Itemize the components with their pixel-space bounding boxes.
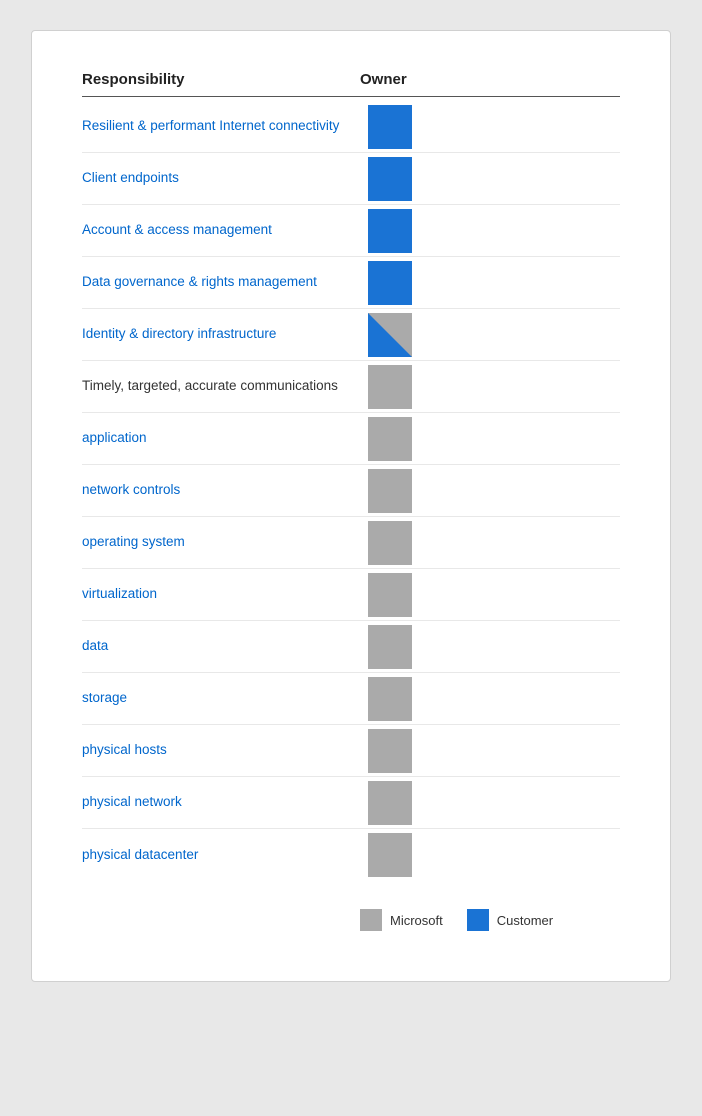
owner-box-storage <box>368 677 412 721</box>
owner-box-operating-system <box>368 521 412 565</box>
owner-box-account-access <box>368 209 412 253</box>
row-label-storage: storage <box>82 681 352 716</box>
table-header: Responsibility Owner <box>82 71 620 97</box>
microsoft-legend-box <box>360 909 382 931</box>
owner-cell-identity-directory <box>360 313 420 357</box>
owner-box-client-endpoints <box>368 157 412 201</box>
owner-box-virtualization <box>368 573 412 617</box>
table-row: Identity & directory infrastructure <box>82 309 620 361</box>
responsibility-header: Responsibility <box>82 71 352 88</box>
row-label-client-endpoints: Client endpoints <box>82 161 352 196</box>
owner-cell-operating-system <box>360 521 420 565</box>
owner-box-physical-datacenter <box>368 833 412 877</box>
row-label-identity-directory: Identity & directory infrastructure <box>82 317 352 352</box>
table-row: virtualization <box>82 569 620 621</box>
table-row: physical hosts <box>82 725 620 777</box>
microsoft-legend-item: Microsoft <box>360 909 443 931</box>
row-label-account-access: Account & access management <box>82 213 352 248</box>
row-label-physical-network: physical network <box>82 785 352 820</box>
table-row: storage <box>82 673 620 725</box>
owner-cell-data <box>360 625 420 669</box>
owner-cell-account-access <box>360 209 420 253</box>
owner-box-identity-directory <box>368 313 412 357</box>
row-label-operating-system: operating system <box>82 525 352 560</box>
owner-cell-physical-hosts <box>360 729 420 773</box>
microsoft-legend-label: Microsoft <box>390 913 443 928</box>
row-label-physical-hosts: physical hosts <box>82 733 352 768</box>
table-row: Resilient & performant Internet connecti… <box>82 101 620 153</box>
table-row: physical network <box>82 777 620 829</box>
owner-box-resilient-internet <box>368 105 412 149</box>
owner-box-data-governance <box>368 261 412 305</box>
owner-header: Owner <box>360 71 407 88</box>
main-card: Responsibility Owner Resilient & perform… <box>31 30 671 982</box>
owner-cell-storage <box>360 677 420 721</box>
table-row: Data governance & rights management <box>82 257 620 309</box>
table-row: Account & access management <box>82 205 620 257</box>
customer-legend-label: Customer <box>497 913 553 928</box>
owner-cell-resilient-internet <box>360 105 420 149</box>
table-body: Resilient & performant Internet connecti… <box>82 101 620 881</box>
row-label-data-governance: Data governance & rights management <box>82 265 352 300</box>
table-row: Client endpoints <box>82 153 620 205</box>
owner-box-timely-communications <box>368 365 412 409</box>
owner-box-data <box>368 625 412 669</box>
owner-cell-physical-network <box>360 781 420 825</box>
owner-cell-application <box>360 417 420 461</box>
owner-cell-virtualization <box>360 573 420 617</box>
owner-cell-data-governance <box>360 261 420 305</box>
table-row: physical datacenter <box>82 829 620 881</box>
row-label-virtualization: virtualization <box>82 577 352 612</box>
legend: Microsoft Customer <box>360 909 620 931</box>
owner-box-application <box>368 417 412 461</box>
owner-box-network-controls <box>368 469 412 513</box>
owner-cell-physical-datacenter <box>360 833 420 877</box>
row-label-data: data <box>82 629 352 664</box>
owner-cell-client-endpoints <box>360 157 420 201</box>
owner-box-physical-hosts <box>368 729 412 773</box>
table-row: application <box>82 413 620 465</box>
row-label-application: application <box>82 421 352 456</box>
owner-box-physical-network <box>368 781 412 825</box>
customer-legend-item: Customer <box>467 909 553 931</box>
table-row: network controls <box>82 465 620 517</box>
table-row: data <box>82 621 620 673</box>
row-label-physical-datacenter: physical datacenter <box>82 838 352 873</box>
row-label-resilient-internet: Resilient & performant Internet connecti… <box>82 109 352 144</box>
owner-cell-network-controls <box>360 469 420 513</box>
table-row: operating system <box>82 517 620 569</box>
owner-cell-timely-communications <box>360 365 420 409</box>
row-label-timely-communications: Timely, targeted, accurate communication… <box>82 369 352 404</box>
row-label-network-controls: network controls <box>82 473 352 508</box>
customer-legend-box <box>467 909 489 931</box>
table-row: Timely, targeted, accurate communication… <box>82 361 620 413</box>
